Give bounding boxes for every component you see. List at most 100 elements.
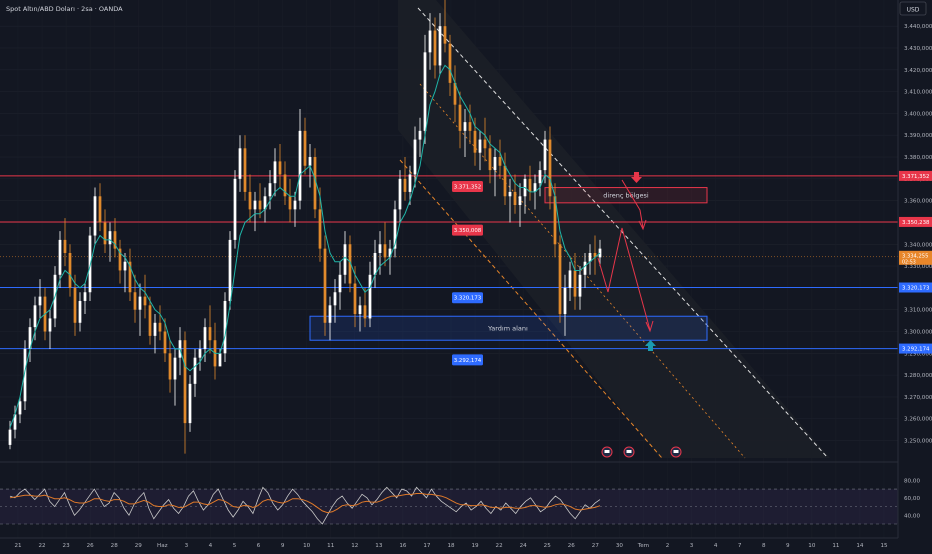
candle-body (578, 274, 582, 297)
candle-body (168, 353, 172, 380)
time-tick-label: 30 (616, 543, 624, 549)
candle-body (568, 270, 572, 288)
candle-body (293, 200, 297, 210)
candle-body (423, 52, 427, 131)
candle-body (198, 348, 202, 358)
candle-body (433, 30, 437, 66)
candle-body (8, 429, 12, 445)
candle-body (333, 292, 337, 306)
candle-body (93, 196, 97, 236)
level-price-badge-label: 3.350,008 (454, 228, 482, 234)
candle-body (268, 183, 272, 197)
time-tick-label: 5 (233, 543, 237, 549)
candle-body (233, 178, 237, 240)
time-tick-label: Haz (157, 543, 168, 549)
candle-body (463, 122, 467, 131)
candle-body (543, 139, 547, 171)
price-tick-label: 3.360,000 (904, 199, 932, 205)
time-tick-label: 28 (111, 543, 119, 549)
candle-body (353, 283, 357, 315)
price-tick-label: 3.410,000 (904, 90, 932, 96)
price-tick-label: 3.270,000 (904, 395, 932, 401)
time-tick-label: 4 (714, 543, 718, 549)
price-tick-label: 3.310,000 (904, 308, 932, 314)
candle-body (208, 327, 212, 341)
time-tick-label: 17 (423, 543, 431, 549)
level-price-badge-label: 3.320,173 (454, 296, 481, 302)
time-tick-label: 12 (351, 543, 358, 549)
candle-body (173, 357, 177, 380)
time-tick-label: 11 (832, 543, 840, 549)
candle-body (238, 148, 242, 179)
candle-body (573, 270, 577, 297)
candle-body (253, 200, 257, 210)
candle-body (538, 170, 542, 184)
candle-body (143, 296, 147, 306)
time-tick-label: 9 (281, 543, 285, 549)
down-marker-stem (634, 172, 639, 177)
candle-body (273, 161, 277, 184)
level-price-badge-label: 3.292,174 (454, 358, 482, 364)
resistance-zone-label: direnç bölgesi (603, 192, 649, 200)
price-axis-bg (898, 0, 932, 550)
candle-body (258, 200, 262, 210)
candle-body (483, 139, 487, 149)
candle-body (468, 122, 472, 131)
time-tick-label: 25 (544, 543, 552, 549)
candle-body (513, 191, 517, 206)
price-tick-label: 3.280,000 (904, 373, 932, 379)
axis-price-tag-label: 3.292,174 (902, 347, 930, 353)
candle-body (508, 191, 512, 197)
candle-body (288, 196, 292, 210)
support-zone-label: Yardım alanı (487, 325, 528, 333)
price-axis[interactable]: 3.250,000 3.260,000 3.270,000 3.280,000 3.29… (897, 0, 932, 550)
candle-body (138, 296, 142, 310)
candle-body (303, 130, 307, 166)
event-flag-icon-inner (604, 450, 610, 453)
axis-price-tag-label: 3.350,238 (902, 220, 930, 226)
candle-body (158, 322, 162, 332)
candle-body (503, 165, 507, 197)
candle-body (33, 305, 37, 328)
price-chart-svg[interactable]: direnç bölgesi Yardım alanı 3.250,000 3.26… (0, 0, 932, 550)
time-tick-label: 3 (185, 543, 189, 549)
candle-body (48, 318, 52, 332)
candle-body (343, 244, 347, 275)
time-tick-label: 22 (38, 543, 45, 549)
price-tick-label: 3.380,000 (904, 155, 932, 161)
event-flag-icon-inner (626, 450, 632, 453)
candle-body (193, 357, 197, 384)
time-tick-label: 6 (257, 543, 261, 549)
candle-body (133, 292, 137, 310)
event-flag-icon-inner (673, 450, 679, 453)
candle-body (328, 305, 332, 323)
candle-body (298, 130, 302, 201)
candle-body (518, 196, 522, 206)
time-tick-label: 3 (690, 543, 694, 549)
symbol-title: Spot Altın/ABD Doları · 2sa · OANDA (6, 5, 123, 13)
candle-body (558, 244, 562, 315)
candle-body (308, 157, 312, 166)
candle-body (383, 244, 387, 258)
time-tick-label: 26 (568, 543, 576, 549)
candle-body (73, 287, 77, 323)
candle-body (318, 209, 322, 249)
price-tick-label: 3.390,000 (904, 133, 932, 139)
price-tick-label: 3.420,000 (904, 68, 932, 74)
time-tick-label: 9 (786, 543, 790, 549)
candle-body (103, 222, 107, 245)
price-tick-label: 3.250,000 (904, 439, 932, 445)
time-tick-label: 29 (135, 543, 143, 549)
chart-area[interactable]: direnç bölgesi Yardım alanı 3.250,000 3.26… (0, 0, 932, 550)
candle-body (563, 287, 567, 315)
time-tick-label: 7 (738, 543, 742, 549)
current-price-label: 3.334,255 (902, 253, 928, 259)
time-tick-label: 24 (520, 543, 528, 549)
time-tick-label: 4 (209, 543, 213, 549)
currency-label[interactable]: USD (907, 7, 920, 14)
time-tick-label: 11 (327, 543, 335, 549)
time-tick-label: 8 (762, 543, 766, 549)
candle-body (163, 331, 167, 354)
time-tick-label: 16 (399, 543, 407, 549)
price-tick-label: 3.400,000 (904, 111, 932, 117)
